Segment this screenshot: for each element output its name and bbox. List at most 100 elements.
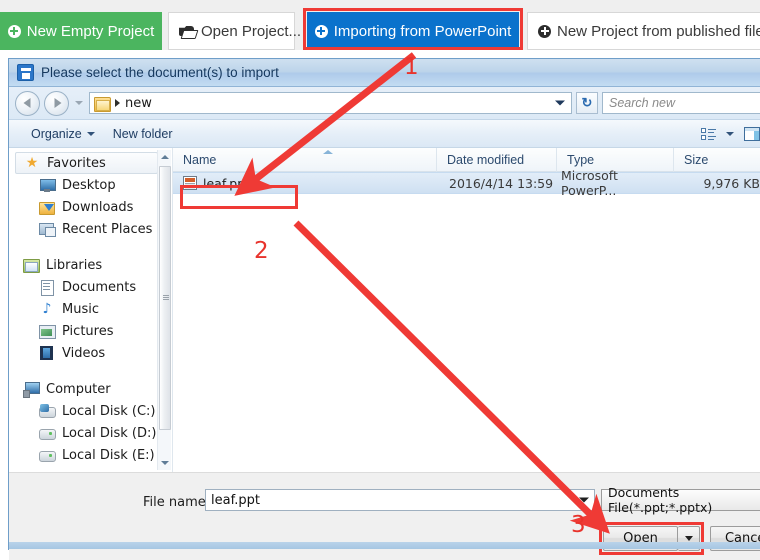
new-folder-label: New folder — [112, 126, 173, 141]
organize-label: Organize — [31, 126, 82, 141]
search-placeholder: Search new — [609, 96, 676, 110]
chevron-down-icon[interactable] — [579, 497, 589, 503]
project-tab-strip: New Empty Project Open Project... Import… — [0, 0, 760, 56]
sidebar-item-pictures[interactable]: Pictures — [9, 320, 172, 342]
column-header-size[interactable]: Size — [674, 148, 760, 172]
recent-places-icon — [39, 222, 56, 237]
annotation-box-powerpoint-tab — [303, 8, 523, 50]
command-bar-right — [701, 120, 760, 148]
sidebar-item-label: Recent Places — [62, 221, 153, 237]
sidebar-item-local-disk-e[interactable]: Local Disk (E:) — [9, 444, 172, 466]
breadcrumb-chevron-icon — [115, 99, 120, 107]
sidebar-item-label: Favorites — [47, 155, 106, 171]
forward-button[interactable] — [44, 90, 69, 116]
folder-icon — [94, 96, 111, 112]
sort-ascending-icon — [323, 149, 333, 154]
annotation-box-leaf-ppt — [180, 185, 298, 209]
file-name-label: File name: — [143, 495, 211, 510]
column-header-name[interactable]: Name — [173, 147, 437, 172]
computer-icon — [23, 381, 40, 398]
file-date-modified: 2016/4/14 13:59 — [449, 175, 554, 191]
address-input[interactable]: new — [89, 92, 572, 114]
file-type-select[interactable]: Documents File(*.ppt;*.pptx) — [601, 485, 760, 515]
sidebar-item-documents[interactable]: Documents — [9, 276, 172, 298]
triangle-down-icon — [161, 461, 169, 465]
dialog-title: Please select the document(s) to import — [41, 65, 279, 80]
preview-pane-icon[interactable] — [744, 127, 760, 141]
sidebar-item-label: Videos — [62, 345, 106, 361]
sidebar-item-local-disk-d[interactable]: Local Disk (D:) — [9, 422, 172, 444]
organize-menu[interactable]: Organize — [31, 127, 95, 141]
annotation-box-open-button — [599, 522, 704, 555]
sidebar-item-recent-places[interactable]: Recent Places — [9, 218, 172, 240]
sidebar-item-local-disk-c[interactable]: Local Disk (C:) — [9, 400, 172, 422]
sidebar-item-label: Libraries — [46, 257, 103, 273]
sidebar-item-label: Music — [62, 301, 99, 317]
chevron-down-icon[interactable] — [726, 132, 734, 136]
sidebar-item-label: Downloads — [62, 199, 134, 215]
file-name-value: leaf.ppt — [211, 492, 260, 508]
sidebar-item-label: Local Disk (C:) — [62, 403, 156, 419]
powerpoint-icon — [17, 64, 34, 81]
scrollbar-thumb[interactable] — [159, 166, 171, 430]
new-folder-button[interactable]: New folder — [113, 127, 173, 141]
screen: New Empty Project Open Project... Import… — [0, 0, 760, 560]
history-dropdown-icon[interactable] — [75, 101, 83, 105]
refresh-button[interactable]: ↻ — [576, 92, 598, 114]
music-icon: ♪ — [42, 300, 52, 317]
disk-icon — [39, 448, 56, 463]
sidebar-item-label: Documents — [62, 279, 137, 295]
dialog-bottom-strip — [9, 542, 760, 549]
libraries-icon — [23, 258, 40, 273]
tab-new-empty-project[interactable]: New Empty Project — [0, 12, 162, 50]
tab-label: New Project from published file — [557, 22, 760, 40]
sidebar-item-desktop[interactable]: Desktop — [9, 174, 172, 196]
file-size: 9,976 KB — [703, 175, 760, 191]
sidebar-item-downloads[interactable]: Downloads — [9, 196, 172, 218]
sidebar-item-music[interactable]: ♪ Music — [9, 298, 172, 320]
desktop-icon — [39, 178, 56, 193]
refresh-icon: ↻ — [581, 95, 593, 110]
file-type: Microsoft PowerP... — [561, 168, 618, 198]
column-label: Size — [684, 152, 709, 167]
breadcrumb-current-folder: new — [125, 95, 152, 111]
sidebar-item-computer[interactable]: Computer — [9, 378, 172, 400]
sidebar-item-label: Local Disk (E:) — [62, 447, 155, 463]
address-bar-row: new ↻ Search new — [9, 87, 760, 120]
triangle-up-icon — [161, 155, 169, 159]
column-label: Type — [567, 152, 595, 167]
chevron-down-icon[interactable] — [555, 100, 565, 106]
sidebar-item-favorites[interactable]: ★ Favorites — [15, 152, 158, 174]
circle-plus-icon — [7, 24, 21, 38]
scroll-down-button[interactable] — [158, 456, 172, 470]
circle-plus-icon — [538, 24, 551, 38]
column-header-date-modified[interactable]: Date modified — [437, 147, 557, 172]
sidebar-item-libraries[interactable]: Libraries — [9, 254, 172, 276]
navigation-pane-scrollbar[interactable] — [157, 150, 171, 470]
file-open-dialog: Please select the document(s) to import … — [8, 58, 760, 560]
chevron-down-icon — [86, 131, 95, 136]
downloads-icon — [39, 200, 55, 215]
folder-open-icon — [179, 25, 195, 37]
disk-icon — [39, 426, 56, 441]
back-button[interactable] — [15, 90, 40, 116]
sidebar-item-label: Local Disk (D:) — [62, 425, 157, 441]
sidebar-item-label: Computer — [46, 381, 111, 397]
tab-open-project[interactable]: Open Project... — [168, 12, 301, 50]
command-bar: Organize New folder — [9, 120, 760, 148]
scroll-up-button[interactable] — [158, 150, 172, 164]
sidebar-item-videos[interactable]: Videos — [9, 342, 172, 364]
views-list-icon[interactable] — [701, 127, 716, 141]
system-disk-icon — [39, 403, 56, 419]
file-type-value: Documents File(*.ppt;*.pptx) — [608, 485, 713, 515]
column-label: Name — [183, 152, 217, 167]
dialog-title-bar: Please select the document(s) to import — [9, 59, 760, 87]
tab-label: New Empty Project — [26, 22, 155, 40]
sidebar-item-label: Pictures — [62, 323, 114, 339]
tab-label: Open Project... — [201, 22, 302, 40]
tab-new-project-from-published-file[interactable]: New Project from published file — [527, 12, 760, 50]
search-input[interactable]: Search new — [602, 92, 760, 114]
file-name-input[interactable]: leaf.ppt — [205, 489, 595, 511]
